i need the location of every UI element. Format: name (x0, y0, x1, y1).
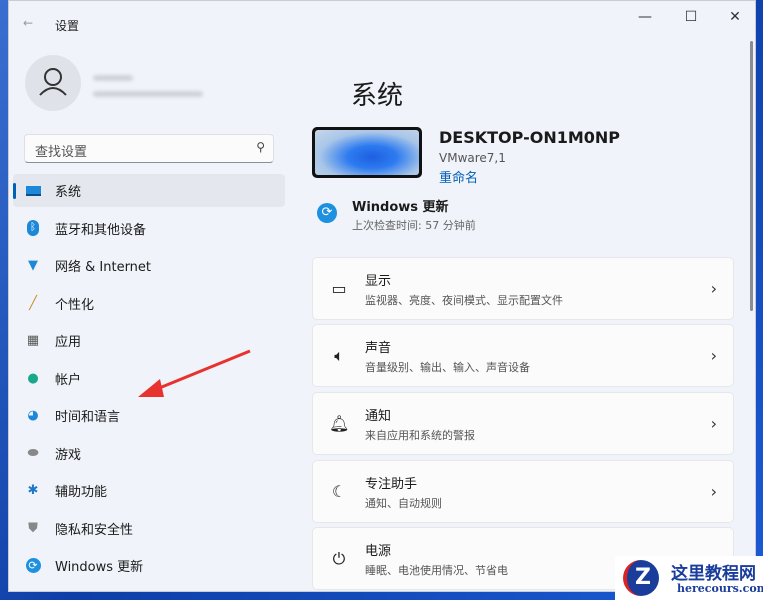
globe-clock-icon: ◕ (25, 408, 41, 424)
wallpaper-image (315, 130, 419, 175)
scrollbar[interactable] (750, 41, 753, 311)
display-icon: ▭ (329, 279, 349, 298)
maximize-button[interactable]: ☐ (673, 5, 709, 29)
sidebar-item[interactable]: ✱ 辅助功能 (13, 474, 285, 507)
user-email-redacted (93, 91, 203, 97)
sidebar-item-label: 应用 (55, 331, 81, 350)
red-arrow-annotation (130, 345, 255, 405)
card-title: 显示 (365, 270, 563, 289)
sidebar-item-label: 时间和语言 (55, 406, 120, 425)
account-icon: ● (25, 370, 41, 386)
card-subtitle: 音量级别、输出、输入、声音设备 (365, 359, 530, 375)
settings-card[interactable]: 🔈︎ 声音音量级别、输出、输入、声音设备 › (312, 324, 734, 387)
sidebar-item[interactable]: ⟳ Windows 更新 (13, 549, 285, 582)
avatar[interactable] (25, 55, 81, 111)
search-placeholder: 查找设置 (35, 145, 87, 160)
moon-icon: ☾ (329, 482, 349, 501)
selected-indicator (13, 183, 16, 199)
bell-icon: 🔔︎ (329, 414, 349, 433)
update-subtitle: 上次检查时间: 57 分钟前 (352, 217, 476, 233)
sidebar-item-label: 辅助功能 (55, 481, 107, 500)
gamepad-icon: ⬬ (25, 445, 41, 461)
chevron-right-icon: › (711, 482, 717, 501)
watermark-url: herecours.com (677, 582, 763, 595)
rename-link[interactable]: 重命名 (439, 167, 478, 186)
device-name: DESKTOP-ON1M0NP (439, 128, 620, 147)
sidebar-item[interactable]: ⬬ 游戏 (13, 437, 285, 470)
settings-window: ← 设置 — ☐ ✕ 查找设置 ⚲ 系统 ᛒ 蓝牙和其他设备 ▼ 网络 & Intern… (8, 0, 756, 592)
search-icon: ⚲ (256, 140, 265, 154)
window-title: 设置 (55, 17, 79, 34)
brush-icon: ╱ (25, 295, 41, 311)
close-button[interactable]: ✕ (717, 5, 753, 29)
watermark-logo: Z (623, 560, 659, 596)
card-title: 声音 (365, 337, 530, 356)
card-subtitle: 来自应用和系统的警报 (365, 427, 475, 443)
user-name-redacted (93, 75, 133, 81)
chevron-right-icon: › (711, 279, 717, 298)
monitor-icon (25, 183, 41, 199)
sidebar-item-label: Windows 更新 (55, 556, 143, 575)
chevron-right-icon: › (711, 414, 717, 433)
user-icon (25, 55, 81, 111)
sidebar-item[interactable]: ╱ 个性化 (13, 287, 285, 320)
sidebar-item-label: 游戏 (55, 444, 81, 463)
update-icon: ⟳ (317, 203, 337, 223)
update-title[interactable]: Windows 更新 (352, 196, 449, 215)
bluetooth-icon: ᛒ (25, 220, 41, 236)
settings-card[interactable]: ▭ 显示监视器、亮度、夜间模式、显示配置文件 › (312, 257, 734, 320)
card-title: 电源 (365, 540, 508, 559)
sidebar-item-label: 个性化 (55, 294, 94, 313)
settings-card[interactable]: 🔔︎ 通知来自应用和系统的警报 › (312, 392, 734, 455)
power-icon: ⏻ (329, 549, 349, 569)
accessibility-icon: ✱ (25, 483, 41, 499)
device-model: VMware7,1 (439, 151, 506, 165)
device-thumbnail (312, 127, 422, 178)
wifi-icon: ▼ (25, 258, 41, 274)
card-subtitle: 通知、自动规则 (365, 495, 442, 511)
card-title: 专注助手 (365, 473, 442, 492)
search-input[interactable]: 查找设置 ⚲ (24, 134, 274, 163)
sidebar-item[interactable]: 系统 (13, 174, 285, 207)
sidebar-item-label: 网络 & Internet (55, 256, 151, 275)
sidebar-item[interactable]: ᛒ 蓝牙和其他设备 (13, 212, 285, 245)
chevron-right-icon: › (711, 346, 717, 365)
page-title: 系统 (351, 75, 403, 112)
card-subtitle: 监视器、亮度、夜间模式、显示配置文件 (365, 292, 563, 308)
shield-icon: ⛊ (25, 520, 41, 536)
settings-card[interactable]: ☾ 专注助手通知、自动规则 › (312, 460, 734, 523)
speaker-icon: 🔈︎ (329, 346, 349, 366)
sidebar-item[interactable]: ▼ 网络 & Internet (13, 249, 285, 282)
minimize-button[interactable]: — (627, 5, 663, 29)
sidebar-item-label: 系统 (55, 181, 81, 200)
apps-icon: ▦ (25, 333, 41, 349)
update-icon: ⟳ (25, 558, 41, 574)
card-title: 通知 (365, 405, 475, 424)
watermark-name: 这里教程网 (671, 559, 756, 584)
sidebar-item-label: 隐私和安全性 (55, 519, 133, 538)
sidebar-item-label: 蓝牙和其他设备 (55, 219, 146, 238)
back-button[interactable]: ← (23, 16, 33, 30)
sidebar-item[interactable]: ⛊ 隐私和安全性 (13, 512, 285, 545)
sidebar-item-label: 帐户 (55, 369, 81, 388)
watermark: Z 这里教程网 herecours.com (615, 556, 763, 600)
card-subtitle: 睡眠、电池使用情况、节省电 (365, 562, 508, 578)
